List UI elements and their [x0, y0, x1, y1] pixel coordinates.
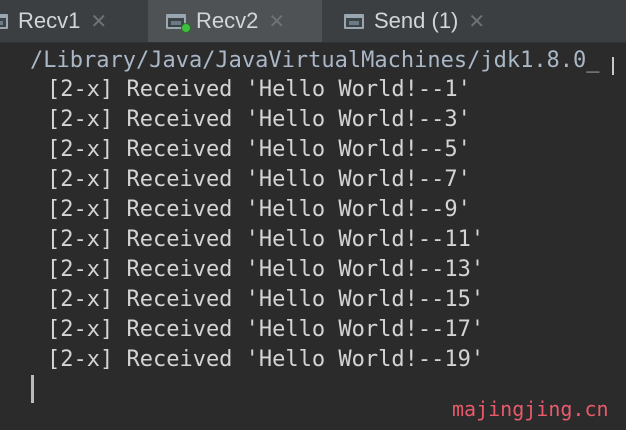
- tab-bar: Recv1 ✕ Recv2 ✕ Send (1) ✕: [0, 0, 626, 43]
- window-icon: [0, 14, 8, 29]
- tab-recv2[interactable]: Recv2 ✕: [148, 0, 322, 42]
- output-line: [2-x] Received 'Hello World!--15': [47, 287, 485, 312]
- tab-label: Recv1: [18, 8, 81, 33]
- close-icon[interactable]: ✕: [268, 11, 285, 31]
- close-icon[interactable]: ✕: [468, 11, 485, 31]
- window-icon: [344, 14, 364, 29]
- tab-label: Send (1): [374, 8, 459, 33]
- output-line: [2-x] Received 'Hello World!--3': [47, 107, 471, 132]
- tab-send[interactable]: Send (1) ✕: [330, 0, 530, 42]
- run-console-icon: [344, 12, 366, 30]
- output-line: [2-x] Received 'Hello World!--19': [47, 347, 485, 372]
- output-line: [2-x] Received 'Hello World!--11': [47, 227, 485, 252]
- close-icon[interactable]: ✕: [90, 11, 107, 31]
- output-line: [2-x] Received 'Hello World!--17': [47, 317, 485, 342]
- run-console-icon: [166, 12, 191, 33]
- output-line: [2-x] Received 'Hello World!--1': [47, 77, 471, 102]
- output-line: [2-x] Received 'Hello World!--9': [47, 197, 471, 222]
- scroll-indicator: [612, 57, 614, 75]
- tab-label: Recv2: [196, 8, 259, 33]
- output-line: [2-x] Received 'Hello World!--13': [47, 257, 485, 282]
- text-caret: [31, 375, 34, 403]
- command-line: /Library/Java/JavaVirtualMachines/jdk1.8…: [30, 48, 600, 73]
- tab-recv1[interactable]: Recv1 ✕: [0, 0, 138, 42]
- run-console-icon: [0, 12, 10, 30]
- console-output[interactable]: /Library/Java/JavaVirtualMachines/jdk1.8…: [0, 43, 626, 430]
- running-status-icon: [181, 23, 191, 33]
- watermark: majingjing.cn: [452, 397, 609, 421]
- output-line: [2-x] Received 'Hello World!--7': [47, 167, 471, 192]
- output-line: [2-x] Received 'Hello World!--5': [47, 137, 471, 162]
- output-lines: [2-x] Received 'Hello World!--1' [2-x] R…: [47, 75, 484, 375]
